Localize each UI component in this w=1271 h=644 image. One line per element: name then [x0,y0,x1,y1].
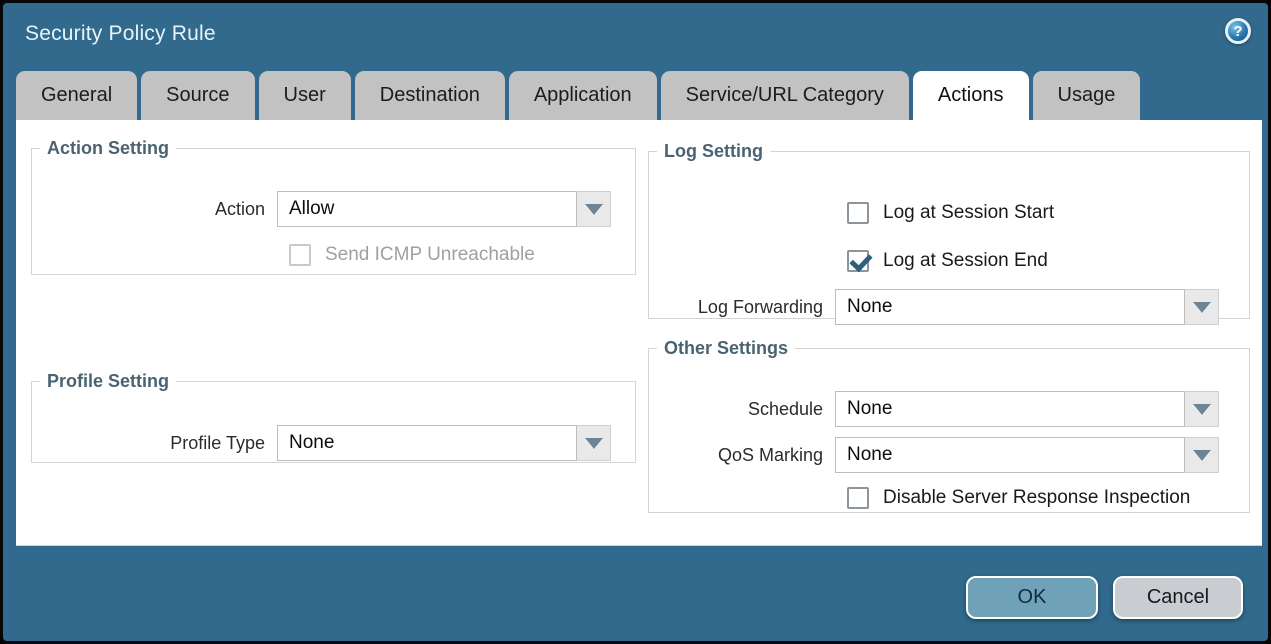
dsri-row: Disable Server Response Inspection [847,487,1190,509]
tab-bar: General Source User Destination Applicat… [16,71,1140,120]
schedule-select-button[interactable] [1185,391,1219,427]
qos-marking-select[interactable]: None [835,437,1219,473]
tab-service-url-category[interactable]: Service/URL Category [661,71,909,120]
other-settings-group: Other Settings Schedule None QoS Marking… [648,338,1250,513]
ok-button[interactable]: OK [966,576,1098,619]
chevron-down-icon [1193,404,1211,415]
schedule-select-value: None [835,391,1185,427]
log-at-session-end-label: Log at Session End [883,250,1048,272]
security-policy-rule-dialog: Security Policy Rule ? General Source Us… [0,0,1271,644]
tab-source[interactable]: Source [141,71,254,120]
other-settings-legend: Other Settings [657,338,795,359]
log-at-session-end-checkbox[interactable] [847,250,869,272]
log-session-start-row: Log at Session Start [847,202,1054,224]
dialog-title: Security Policy Rule [25,22,216,46]
action-select-value: Allow [277,191,577,227]
send-icmp-unreachable-checkbox[interactable] [289,244,311,266]
action-setting-group: Action Setting Action Allow Send ICMP Un… [31,138,636,275]
cancel-button[interactable]: Cancel [1113,576,1243,619]
chevron-down-icon [585,204,603,215]
schedule-select[interactable]: None [835,391,1219,427]
profile-type-select-button[interactable] [577,425,611,461]
log-at-session-start-checkbox[interactable] [847,202,869,224]
help-icon[interactable]: ? [1225,18,1251,44]
send-icmp-unreachable-row: Send ICMP Unreachable [289,244,535,266]
action-label: Action [32,199,277,220]
tab-actions[interactable]: Actions [913,71,1029,120]
log-forwarding-select[interactable]: None [835,289,1219,325]
log-at-session-start-label: Log at Session Start [883,202,1054,224]
title-bar: Security Policy Rule ? [3,3,1268,67]
log-session-end-row: Log at Session End [847,250,1048,272]
qos-marking-select-button[interactable] [1185,437,1219,473]
chevron-down-icon [585,438,603,449]
chevron-down-icon [1193,450,1211,461]
chevron-down-icon [1193,302,1211,313]
actions-tab-panel: Action Setting Action Allow Send ICMP Un… [16,120,1262,545]
qos-marking-select-value: None [835,437,1185,473]
action-select-button[interactable] [577,191,611,227]
action-setting-legend: Action Setting [40,138,176,159]
log-setting-group: Log Setting Log at Session Start Log at … [648,141,1250,319]
profile-type-label: Profile Type [32,433,277,454]
profile-setting-legend: Profile Setting [40,371,176,392]
disable-server-response-inspection-checkbox[interactable] [847,487,869,509]
send-icmp-unreachable-label: Send ICMP Unreachable [325,244,535,266]
schedule-label: Schedule [649,399,835,420]
log-forwarding-select-button[interactable] [1185,289,1219,325]
qos-marking-label: QoS Marking [649,445,835,466]
tab-application[interactable]: Application [509,71,657,120]
tab-usage[interactable]: Usage [1033,71,1141,120]
disable-server-response-inspection-label: Disable Server Response Inspection [883,487,1190,509]
profile-setting-group: Profile Setting Profile Type None [31,371,636,463]
log-forwarding-select-value: None [835,289,1185,325]
profile-type-select[interactable]: None [277,425,611,461]
log-forwarding-label: Log Forwarding [649,297,835,318]
log-setting-legend: Log Setting [657,141,770,162]
tab-destination[interactable]: Destination [355,71,505,120]
profile-type-select-value: None [277,425,577,461]
tab-general[interactable]: General [16,71,137,120]
tab-user[interactable]: User [259,71,351,120]
action-select[interactable]: Allow [277,191,611,227]
